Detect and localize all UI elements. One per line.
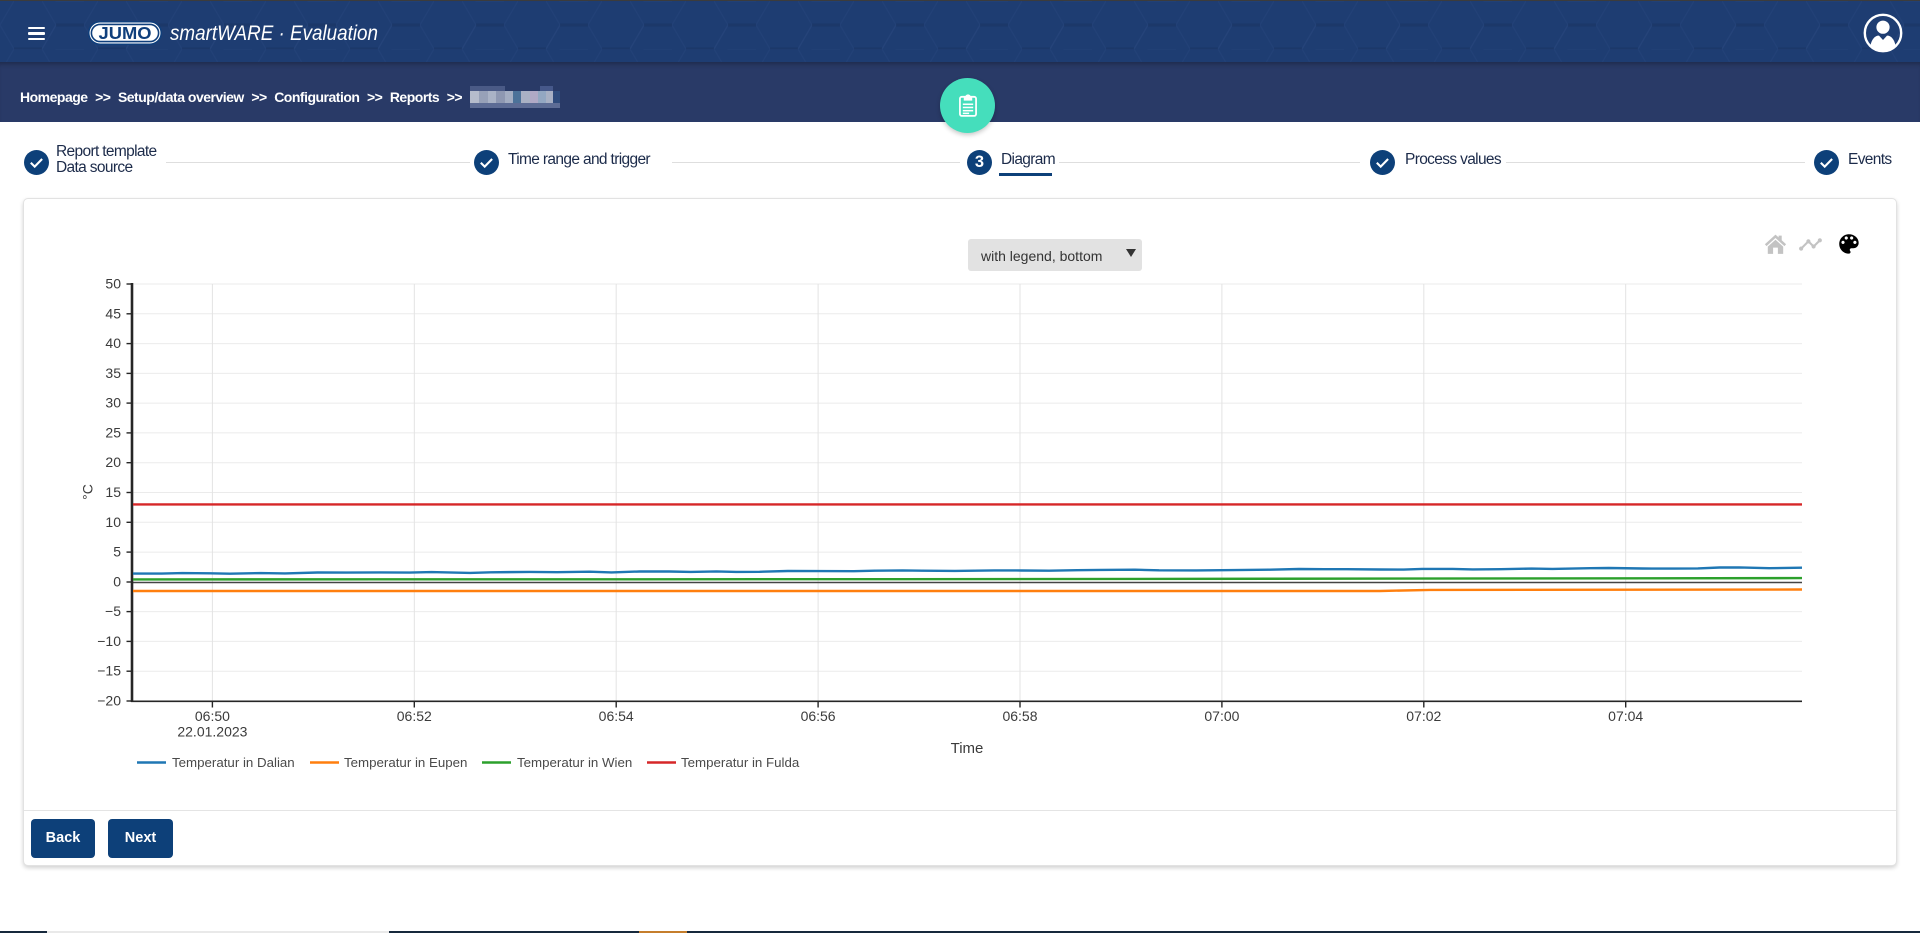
- svg-text:06:52: 06:52: [397, 708, 432, 724]
- svg-text:25: 25: [105, 424, 121, 440]
- svg-text:50: 50: [105, 276, 121, 292]
- svg-text:5: 5: [113, 544, 121, 560]
- svg-text:35: 35: [105, 365, 121, 381]
- svg-text:45: 45: [105, 305, 121, 321]
- svg-text:06:50: 06:50: [195, 708, 230, 724]
- svg-text:Temperatur in Dalian: Temperatur in Dalian: [172, 755, 295, 770]
- svg-text:15: 15: [105, 484, 121, 500]
- svg-text:°C: °C: [80, 484, 96, 500]
- svg-text:0: 0: [113, 574, 121, 590]
- svg-text:−5: −5: [105, 603, 121, 619]
- svg-text:Temperatur in Wien: Temperatur in Wien: [517, 755, 632, 770]
- svg-text:06:56: 06:56: [801, 708, 836, 724]
- svg-text:06:54: 06:54: [599, 708, 634, 724]
- svg-text:Time: Time: [951, 740, 984, 757]
- svg-text:10: 10: [105, 514, 121, 530]
- svg-text:−10: −10: [97, 633, 121, 649]
- svg-text:07:02: 07:02: [1406, 708, 1441, 724]
- svg-text:40: 40: [105, 335, 121, 351]
- svg-text:06:58: 06:58: [1002, 708, 1037, 724]
- svg-text:Temperatur in Eupen: Temperatur in Eupen: [344, 755, 467, 770]
- svg-text:−15: −15: [97, 663, 121, 679]
- svg-text:20: 20: [105, 454, 121, 470]
- svg-text:30: 30: [105, 395, 121, 411]
- svg-text:07:04: 07:04: [1608, 708, 1643, 724]
- svg-text:Temperatur in Fulda: Temperatur in Fulda: [681, 755, 800, 770]
- svg-text:−20: −20: [97, 693, 121, 709]
- svg-text:07:00: 07:00: [1204, 708, 1239, 724]
- svg-text:22.01.2023: 22.01.2023: [177, 724, 247, 740]
